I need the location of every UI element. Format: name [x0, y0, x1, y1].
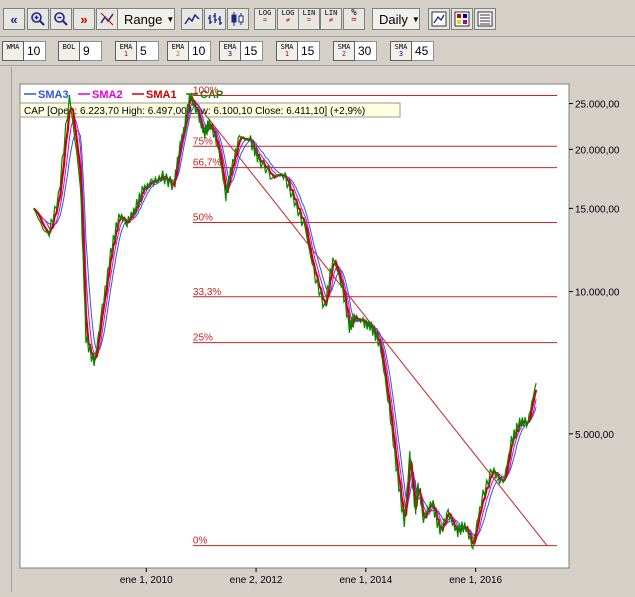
log-scale-button[interactable]: LOG =	[254, 8, 276, 30]
ema2-period-input[interactable]: 10	[189, 41, 211, 61]
sma3-period-input[interactable]: 45	[412, 41, 434, 61]
sma1-icon[interactable]: SMA 1	[276, 41, 298, 61]
fib-level-label: 66,7%	[193, 158, 221, 169]
log-scale-diff-button[interactable]: LOG ≠	[277, 8, 299, 30]
chart-area: SMA3 SMA2 SMA1 CAP CAP [Open: 6.223,70 High…	[12, 67, 635, 592]
y-tick-label: 15.000,00	[575, 204, 620, 215]
indicator-sma3[interactable]: SMA 3 45	[390, 40, 434, 62]
ema3-icon[interactable]: EMA 3	[219, 41, 241, 61]
bollinger-icon[interactable]: BOL	[58, 41, 80, 61]
linear-scale-button[interactable]: LIN =	[298, 8, 320, 30]
chevron-down-icon: ▼	[166, 14, 175, 24]
indicator-ema2[interactable]: EMA 2 10	[167, 40, 211, 62]
candlestick-icon[interactable]	[227, 8, 249, 30]
range-label: Range	[124, 11, 163, 27]
info-box: CAP [Open: 6.223,70 High: 6.497,00 Low: …	[19, 102, 401, 118]
fib-level-label: 0%	[193, 536, 208, 547]
left-side-panel	[0, 67, 12, 592]
indicator-sma2[interactable]: SMA 2 30	[333, 40, 377, 62]
x-tick-label: ene 1, 2014	[339, 575, 392, 586]
wma-icon[interactable]: WMA	[2, 41, 24, 61]
chart-settings-icon[interactable]	[428, 8, 450, 30]
range-dropdown[interactable]: Range ▼	[117, 8, 175, 30]
period-label: Daily	[379, 11, 408, 27]
ema2-icon[interactable]: EMA 2	[167, 41, 189, 61]
x-axis: ene 1, 2010 ene 2, 2012 ene 1, 2014 ene 1, …	[120, 568, 503, 586]
zoom-out-icon[interactable]	[50, 8, 72, 30]
zoom-in-icon[interactable]	[27, 8, 49, 30]
sma2-icon[interactable]: SMA 2	[333, 41, 355, 61]
fib-level-label: 33,3%	[193, 287, 221, 298]
line-chart-icon[interactable]	[181, 8, 203, 30]
ema3-period-input[interactable]: 15	[241, 41, 263, 61]
legend-label: SMA3	[38, 89, 69, 101]
auto-scale-icon[interactable]	[96, 8, 118, 30]
ema1-icon[interactable]: EMA 1	[115, 41, 137, 61]
linear-scale-diff-button[interactable]: LIN ≠	[320, 8, 342, 30]
y-axis: 25.000,00 20.000,00 15.000,00 10.000,00 5.00…	[569, 100, 620, 441]
chevron-down-icon: ▼	[411, 14, 420, 24]
color-palette-icon[interactable]	[451, 8, 473, 30]
bol-period-input[interactable]: 9	[80, 41, 102, 61]
percent-scale-button[interactable]: % =	[343, 8, 365, 30]
legend-label: SMA2	[92, 89, 123, 101]
fib-level-label: 75%	[193, 136, 213, 147]
sma2-period-input[interactable]: 30	[355, 41, 377, 61]
main-toolbar: « » Range ▼ LOG = LOG ≠ LIN = LIN ≠ % = Daily ▼	[0, 0, 635, 37]
indicator-wma[interactable]: WMA 10	[2, 40, 46, 62]
y-tick-label: 25.000,00	[575, 100, 620, 111]
y-tick-label: 5.000,00	[575, 430, 614, 441]
price-chart[interactable]: SMA3 SMA2 SMA1 CAP CAP [Open: 6.223,70 High…	[12, 67, 635, 592]
x-tick-label: ene 1, 2010	[120, 575, 173, 586]
legend-label: SMA1	[146, 89, 177, 101]
y-tick-label: 20.000,00	[575, 145, 620, 156]
wma-period-input[interactable]: 10	[24, 41, 46, 61]
period-dropdown[interactable]: Daily ▼	[372, 8, 420, 30]
indicator-ema1[interactable]: EMA 1 5	[115, 40, 159, 62]
indicator-ema3[interactable]: EMA 3 15	[219, 40, 263, 62]
sma1-period-input[interactable]: 15	[298, 41, 320, 61]
fib-level-label: 50%	[193, 213, 213, 224]
ema1-period-input[interactable]: 5	[137, 41, 159, 61]
fib-level-label: 25%	[193, 333, 213, 344]
fib-level-label: 100%	[193, 86, 219, 97]
plot-background	[19, 83, 570, 569]
bar-chart-icon[interactable]	[204, 8, 226, 30]
y-tick-label: 10.000,00	[575, 288, 620, 299]
sma3-icon[interactable]: SMA 3	[390, 41, 412, 61]
scroll-right-icon[interactable]: »	[73, 8, 95, 30]
x-tick-label: ene 1, 2016	[449, 575, 502, 586]
indicator-sma1[interactable]: SMA 1 15	[276, 40, 320, 62]
x-tick-label: ene 2, 2012	[230, 575, 283, 586]
scroll-left-icon[interactable]: «	[3, 8, 25, 30]
indicator-bol[interactable]: BOL 9	[58, 40, 102, 62]
indicator-toolbar: WMA 10 BOL 9 EMA 1 5 EMA 2 10 EMA 3 15 SMA 1…	[0, 37, 635, 66]
data-table-icon[interactable]	[474, 8, 496, 30]
